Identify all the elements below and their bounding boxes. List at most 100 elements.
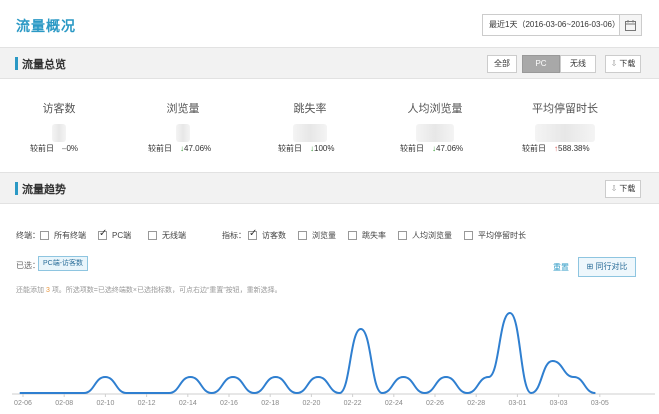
calendar-button[interactable] bbox=[620, 14, 642, 36]
metric-avg-stay: 平均停留时长 bbox=[510, 100, 620, 142]
metric-compare-bounce: 较前日 ↓100% bbox=[278, 144, 335, 153]
data-point bbox=[573, 376, 575, 378]
data-point bbox=[594, 392, 596, 394]
checkbox-bounce-rate[interactable]: 跳失率 bbox=[348, 230, 386, 241]
selection-hint: 还能添加 3 项。所选项数=已选终端数×已选指标数，可点右边“重置”按钮，重新选… bbox=[16, 287, 282, 294]
checkbox-wireless[interactable]: 无线端 bbox=[148, 230, 186, 241]
x-tick-label: 02-24 bbox=[385, 400, 403, 407]
data-point bbox=[509, 312, 511, 314]
checkbox-box[interactable] bbox=[298, 231, 307, 240]
data-point bbox=[381, 392, 383, 394]
section-accent-bar bbox=[15, 57, 18, 70]
metric-value-blurred bbox=[535, 124, 595, 142]
indicator-label: 指标： bbox=[222, 231, 246, 240]
metric-value-blurred bbox=[293, 124, 327, 142]
data-point bbox=[104, 376, 106, 378]
metric-value-blurred bbox=[176, 124, 190, 142]
checkbox-box[interactable] bbox=[40, 231, 49, 240]
checkbox-avg-stay[interactable]: 平均停留时长 bbox=[464, 230, 526, 241]
download-icon: ⇩ bbox=[610, 184, 618, 193]
trend-line-chart: 02-06 02-08 02-10 02-12 02-14 02-16 02-18 02-20… bbox=[12, 311, 655, 407]
metric-value-blurred bbox=[416, 124, 454, 142]
metric-label: 访客数 bbox=[42, 103, 76, 115]
overview-download-button[interactable]: ⇩ 下载 bbox=[605, 55, 641, 73]
tab-all[interactable]: 全部 bbox=[487, 55, 517, 73]
overview-title: 流量总览 bbox=[22, 59, 66, 71]
metric-compare-visitors: 较前日 –0% bbox=[30, 144, 79, 153]
x-tick-label: 02-10 bbox=[96, 400, 114, 407]
x-tick-label: 02-26 bbox=[426, 400, 444, 407]
data-point bbox=[296, 392, 298, 394]
section-accent-bar bbox=[15, 182, 18, 195]
checkbox-pageviews[interactable]: 浏览量 bbox=[298, 230, 336, 241]
data-point bbox=[317, 376, 319, 378]
chosen-tag[interactable]: PC端-访客数 bbox=[38, 256, 89, 271]
data-point bbox=[168, 392, 170, 394]
checkbox-box[interactable] bbox=[398, 231, 407, 240]
overview-section-header: 流量总览 全部 PC 无线 ⇩ 下载 bbox=[0, 47, 659, 79]
x-tick-label: 02-28 bbox=[467, 400, 485, 407]
metric-pageviews: 浏览量 bbox=[128, 100, 238, 142]
metric-avg-pageviews: 人均浏览量 bbox=[380, 100, 490, 142]
data-point bbox=[445, 376, 447, 378]
x-tick-label: 03-05 bbox=[591, 400, 609, 407]
data-point bbox=[402, 376, 404, 378]
data-point bbox=[147, 392, 149, 394]
x-tick-label: 03-01 bbox=[508, 400, 526, 407]
data-point bbox=[19, 392, 21, 394]
metric-label: 平均停留时长 bbox=[532, 103, 598, 115]
metric-visitors: 访客数 bbox=[4, 100, 114, 142]
metric-compare-pageviews: 较前日 ↓47.06% bbox=[148, 144, 212, 153]
checkbox-box-checked[interactable] bbox=[248, 228, 257, 240]
checkbox-visitors[interactable]: 访客数 bbox=[248, 228, 286, 241]
metric-bounce-rate: 跳失率 bbox=[255, 100, 365, 142]
trend-section-header: 流量趋势 ⇩ 下载 bbox=[0, 172, 659, 204]
data-point bbox=[40, 392, 42, 394]
x-tick-label: 02-20 bbox=[302, 400, 320, 407]
page-header: 流量概况 最近1天（2016-03-06~2016-03-06） bbox=[0, 0, 659, 46]
data-point bbox=[488, 376, 490, 378]
x-tick-label: 02-22 bbox=[344, 400, 362, 407]
checkbox-avg-pageviews[interactable]: 人均浏览量 bbox=[398, 230, 452, 241]
calendar-icon bbox=[625, 20, 636, 31]
data-point bbox=[466, 392, 468, 394]
metric-label: 浏览量 bbox=[166, 103, 200, 115]
tab-pc[interactable]: PC bbox=[522, 55, 560, 73]
data-point bbox=[125, 392, 128, 394]
data-point bbox=[232, 376, 234, 378]
metric-compare-avg-stay: 较前日 ↑588.38% bbox=[522, 144, 590, 153]
checkbox-all-terminals[interactable]: 所有终端 bbox=[40, 230, 86, 241]
chosen-label: 已选： bbox=[16, 261, 40, 270]
checkbox-pc[interactable]: PC端 bbox=[98, 228, 131, 241]
x-tick-label: 02-06 bbox=[14, 400, 32, 407]
checkbox-box[interactable] bbox=[348, 231, 357, 240]
metric-compare-avg-pageviews: 较前日 ↓47.06% bbox=[400, 144, 464, 153]
data-point bbox=[551, 360, 554, 362]
x-tick-label: 02-14 bbox=[179, 400, 197, 407]
data-point bbox=[424, 392, 426, 394]
peer-compare-button[interactable]: ⊞ 同行对比 bbox=[578, 257, 636, 277]
series-line-pc-visitors bbox=[19, 311, 596, 395]
data-point bbox=[360, 328, 362, 330]
data-point bbox=[62, 392, 64, 394]
x-tick-label: 02-18 bbox=[261, 400, 279, 407]
data-point bbox=[211, 392, 213, 394]
data-point bbox=[338, 392, 341, 394]
checkbox-box[interactable] bbox=[148, 231, 157, 240]
filter-row: 终端： 所有终端 PC端 无线端 指标： 访客数 浏览量 跳失率 人均浏览量 平… bbox=[16, 228, 656, 242]
checkbox-box-checked[interactable] bbox=[98, 228, 107, 240]
metric-value-blurred bbox=[52, 124, 66, 142]
x-tick-label: 02-16 bbox=[220, 400, 238, 407]
x-tick-label: 02-12 bbox=[138, 400, 156, 407]
data-point bbox=[189, 376, 191, 378]
date-range-picker[interactable]: 最近1天（2016-03-06~2016-03-06） bbox=[482, 14, 620, 36]
data-point bbox=[530, 392, 532, 394]
x-tick-label: 02-08 bbox=[55, 400, 73, 407]
metric-label: 人均浏览量 bbox=[407, 103, 463, 115]
page-title: 流量概况 bbox=[16, 18, 76, 34]
trend-download-button[interactable]: ⇩ 下载 bbox=[605, 180, 641, 198]
tab-wireless[interactable]: 无线 bbox=[560, 55, 596, 73]
checkbox-box[interactable] bbox=[464, 231, 473, 240]
reset-link[interactable]: 重置 bbox=[553, 262, 569, 273]
data-point bbox=[83, 392, 85, 394]
